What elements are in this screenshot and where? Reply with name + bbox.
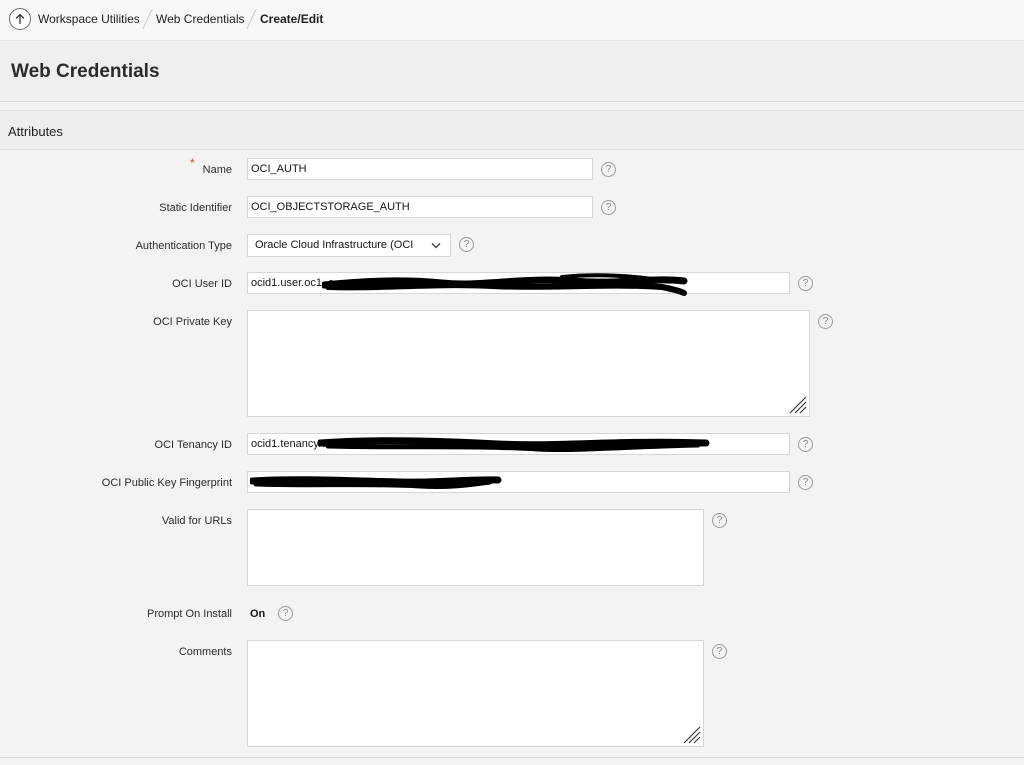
static-identifier-help-icon[interactable]: ? (601, 200, 616, 215)
authentication-type-label: Authentication Type (135, 240, 232, 252)
oci-public-key-fingerprint-help-icon[interactable]: ? (798, 475, 813, 490)
navigate-up-button[interactable] (9, 8, 31, 30)
oci-tenancy-id-help-icon[interactable]: ? (798, 437, 813, 452)
oci-tenancy-id-label: OCI Tenancy ID (154, 439, 232, 451)
breadcrumb: Workspace Utilities Web Credentials Crea… (0, 0, 1024, 41)
required-indicator: * (190, 156, 195, 170)
name-help-icon[interactable]: ? (601, 162, 616, 177)
oci-private-key-textarea[interactable] (247, 310, 810, 417)
oci-public-key-fingerprint-label: OCI Public Key Fingerprint (101, 477, 232, 489)
oci-private-key-help-icon[interactable]: ? (818, 314, 833, 329)
name-input[interactable]: OCI_AUTH (247, 158, 593, 180)
oci-tenancy-id-input[interactable]: ocid1.tenancy.o (247, 433, 790, 455)
prompt-on-install-label: Prompt On Install (147, 608, 232, 620)
oci-public-key-fingerprint-input[interactable] (247, 471, 790, 493)
oci-user-id-input[interactable]: ocid1.user.oc1..a (247, 272, 790, 294)
valid-for-urls-textarea[interactable] (247, 509, 704, 586)
chevron-down-icon (431, 243, 441, 249)
static-identifier-input[interactable]: OCI_OBJECTSTORAGE_AUTH (247, 196, 593, 218)
divider (0, 757, 1024, 758)
prompt-on-install-help-icon[interactable]: ? (278, 606, 293, 621)
arrow-up-icon (15, 13, 25, 24)
breadcrumb-current: Create/Edit (260, 12, 324, 26)
comments-label: Comments (178, 646, 232, 658)
oci-user-id-help-icon[interactable]: ? (798, 276, 813, 291)
valid-for-urls-help-icon[interactable]: ? (712, 513, 727, 528)
authentication-type-help-icon[interactable]: ? (459, 237, 474, 252)
valid-for-urls-label: Valid for URLs (161, 515, 232, 527)
page-title: Web Credentials (11, 61, 160, 82)
breadcrumb-workspace-utilities[interactable]: Workspace Utilities (38, 12, 140, 26)
authentication-type-selected: Oracle Cloud Infrastructure (OCI (255, 239, 414, 251)
comments-textarea[interactable] (247, 640, 704, 747)
breadcrumb-web-credentials[interactable]: Web Credentials (156, 12, 245, 26)
oci-user-id-label: OCI User ID (172, 278, 232, 290)
breadcrumb-separator (142, 9, 153, 29)
oci-private-key-label: OCI Private Key (153, 316, 232, 328)
title-region: Web Credentials (0, 42, 1024, 102)
prompt-on-install-value[interactable]: On (250, 608, 265, 620)
breadcrumb-separator (246, 9, 257, 29)
region-title: Attributes (8, 124, 63, 139)
authentication-type-select[interactable]: Oracle Cloud Infrastructure (OCI (247, 234, 451, 257)
static-identifier-label: Static Identifier (159, 202, 232, 214)
comments-help-icon[interactable]: ? (712, 644, 727, 659)
name-label: Name (202, 164, 232, 176)
attributes-region-header: Attributes (0, 110, 1024, 150)
